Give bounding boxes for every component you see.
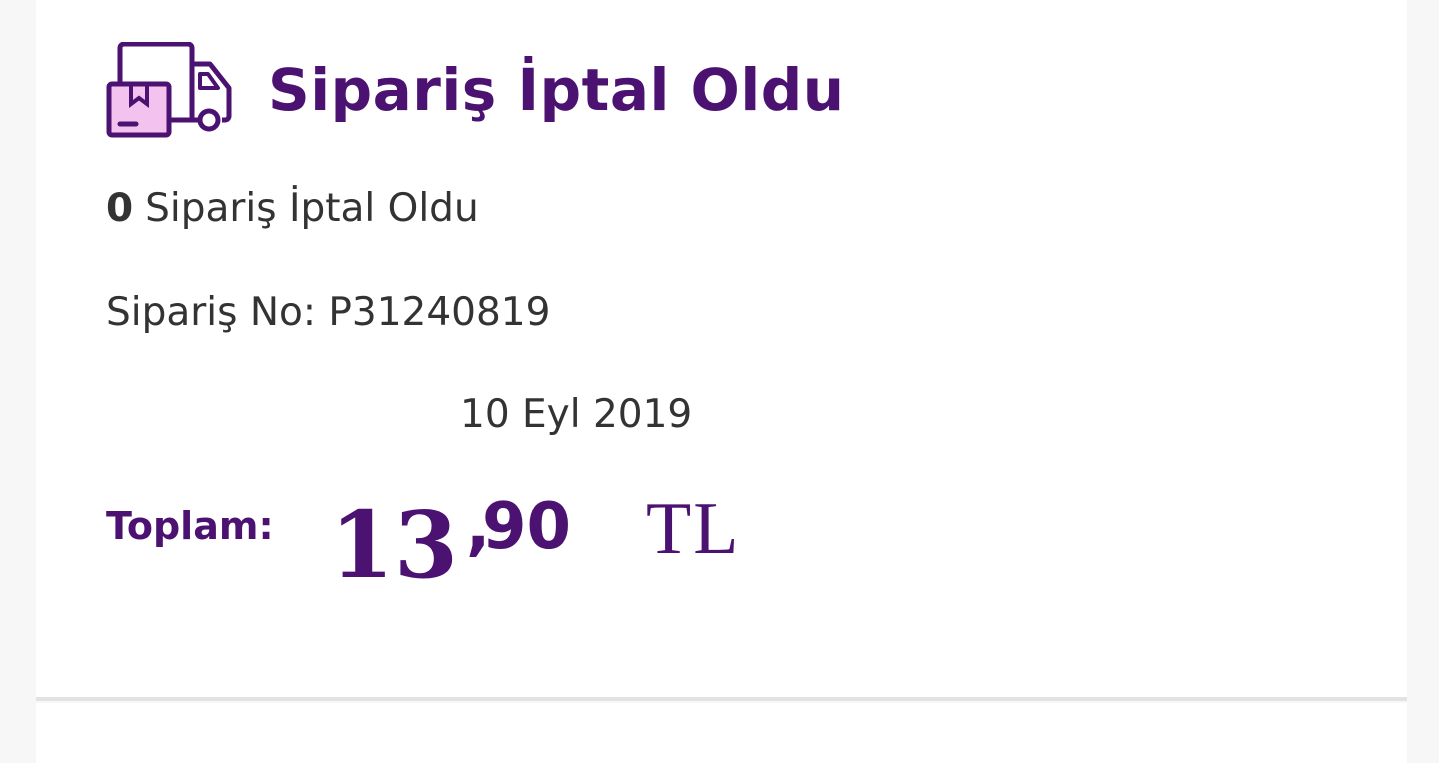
order-date: 10 Eyl 2019 [460, 392, 693, 437]
order-status-count-text: Sipariş İptal Oldu [145, 186, 479, 231]
order-status-title: Sipariş İptal Oldu [268, 56, 845, 124]
order-total: Toplam: 13 , 90 TL [106, 490, 806, 610]
price-integer: 13 [330, 491, 459, 599]
next-order-card[interactable] [36, 703, 1407, 763]
order-status-count: 0 [106, 186, 134, 231]
total-label: Toplam: [106, 504, 274, 548]
price-decimal: 90 [482, 490, 572, 564]
order-number: Sipariş No: P31240819 [106, 290, 551, 335]
order-card[interactable]: Sipariş İptal Oldu 0 Sipariş İptal Oldu S… [36, 0, 1407, 701]
price-currency: TL [646, 488, 741, 570]
order-header: Sipariş İptal Oldu [106, 42, 845, 138]
delivery-truck-icon [106, 42, 232, 138]
order-status-count-line: 0 Sipariş İptal Oldu [106, 186, 479, 231]
